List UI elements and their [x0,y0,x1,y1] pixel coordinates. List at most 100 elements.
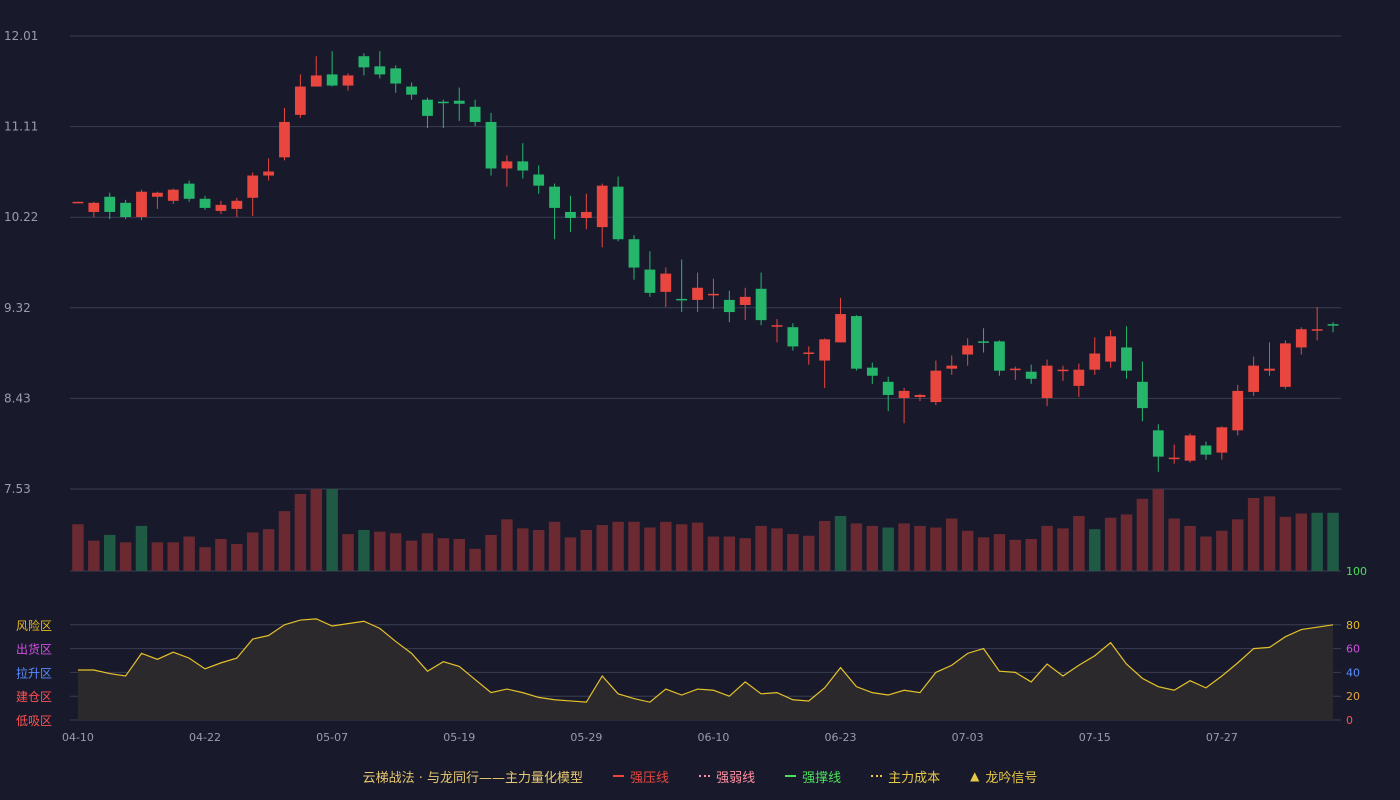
legend-label: 强弱线 [716,770,756,786]
volume-bar [183,536,195,571]
legend-item-pressure-line[interactable]: 强压线 [613,767,669,786]
volume-bar [771,528,783,571]
candle [453,87,465,121]
candle [1168,444,1180,464]
candle-body [1121,347,1132,371]
candle-body [1057,369,1069,372]
candle-body [1089,353,1101,370]
candle [533,165,545,194]
date-tick-label: 05-07 [316,731,348,744]
candle [739,287,751,321]
volume-bar [580,530,593,571]
score-tick-label: 100 [1346,565,1367,578]
volume-bar [88,540,100,571]
candle [1073,363,1085,397]
candle [1295,327,1307,355]
candle-body [1279,343,1291,387]
volume-bar [1184,525,1196,571]
candle-body [247,175,259,198]
price-grid [70,35,1341,721]
volume-bars [72,489,1339,571]
candle [358,53,370,76]
candle [279,107,290,161]
legend-label: 强压线 [630,770,670,786]
candle [294,74,306,118]
candle-body [294,86,306,115]
strength-line-swatch [699,775,711,777]
zone-label: 风险区 [16,618,52,633]
candle [406,82,417,100]
volume-bar [262,529,275,571]
candle-body [104,196,116,212]
candle [866,362,878,384]
volume-bar [596,525,608,571]
score-tick-label: 80 [1346,619,1360,632]
candle [374,51,386,79]
date-tick-label: 04-22 [189,731,221,744]
volume-bar [961,530,974,571]
candle [1089,337,1101,375]
candle-body [310,75,322,87]
volume-bar [485,534,497,571]
candle-body [914,394,926,397]
date-tick-label: 05-29 [570,731,602,744]
candle-body [263,171,274,176]
candle [580,193,592,230]
pressure-line-swatch [613,775,625,777]
volume-bar [342,534,354,571]
candle-body [898,390,910,398]
candle [247,172,259,216]
candle [1152,424,1164,472]
candle-body [1137,381,1148,409]
score-tick-label: 60 [1346,643,1360,656]
zone-label: 建仓区 [16,690,52,704]
candle [310,56,322,87]
candle-body [374,66,386,75]
volume-bar [612,521,624,571]
legend-item-support-line[interactable]: 强撑线 [785,767,841,786]
score-area [77,618,1334,720]
candle-body [120,202,132,217]
candle [501,155,513,187]
legend-item-strength-line[interactable]: 强弱线 [699,767,755,786]
candle [263,158,274,181]
volume-bar [1041,525,1053,571]
candle-body [803,352,815,354]
candle [422,97,433,129]
volume-bar [215,539,227,571]
candle [978,328,989,353]
volume-bar [548,521,561,571]
date-tick-label: 06-10 [697,731,729,744]
legend-title: 云梯战法 · 与龙同行——主力量化模型 [362,770,584,786]
volume-bar [1200,536,1212,571]
candle [930,360,942,406]
legend-item-main-cost[interactable]: 主力成本 [871,767,940,786]
candle [151,191,163,209]
candle [994,340,1005,376]
price-tick-label: 11.11 [4,120,38,134]
candle [136,189,147,221]
candle [1327,322,1339,333]
candle-body [723,299,735,313]
volume-bar [453,539,465,571]
volume-bar [628,521,640,571]
candle-body [692,287,703,300]
candle [1200,441,1212,460]
candle [469,99,481,126]
candle-body [1025,371,1037,379]
legend-item-dragon-signal[interactable]: ▲ 龙吟信号 [970,767,1037,786]
candle-body [755,288,767,321]
candle-body [962,345,974,355]
candle-body [819,339,831,361]
price-tick-label: 12.01 [4,29,38,43]
candle-body [596,185,608,228]
candle-body [1041,365,1053,398]
candle-body [930,370,942,403]
candle [898,387,910,424]
candle-body [72,201,84,204]
candle-body [326,74,338,86]
candle-body [485,121,497,169]
candle [612,176,624,242]
candle [803,346,815,365]
date-tick-label: 07-27 [1206,731,1238,744]
